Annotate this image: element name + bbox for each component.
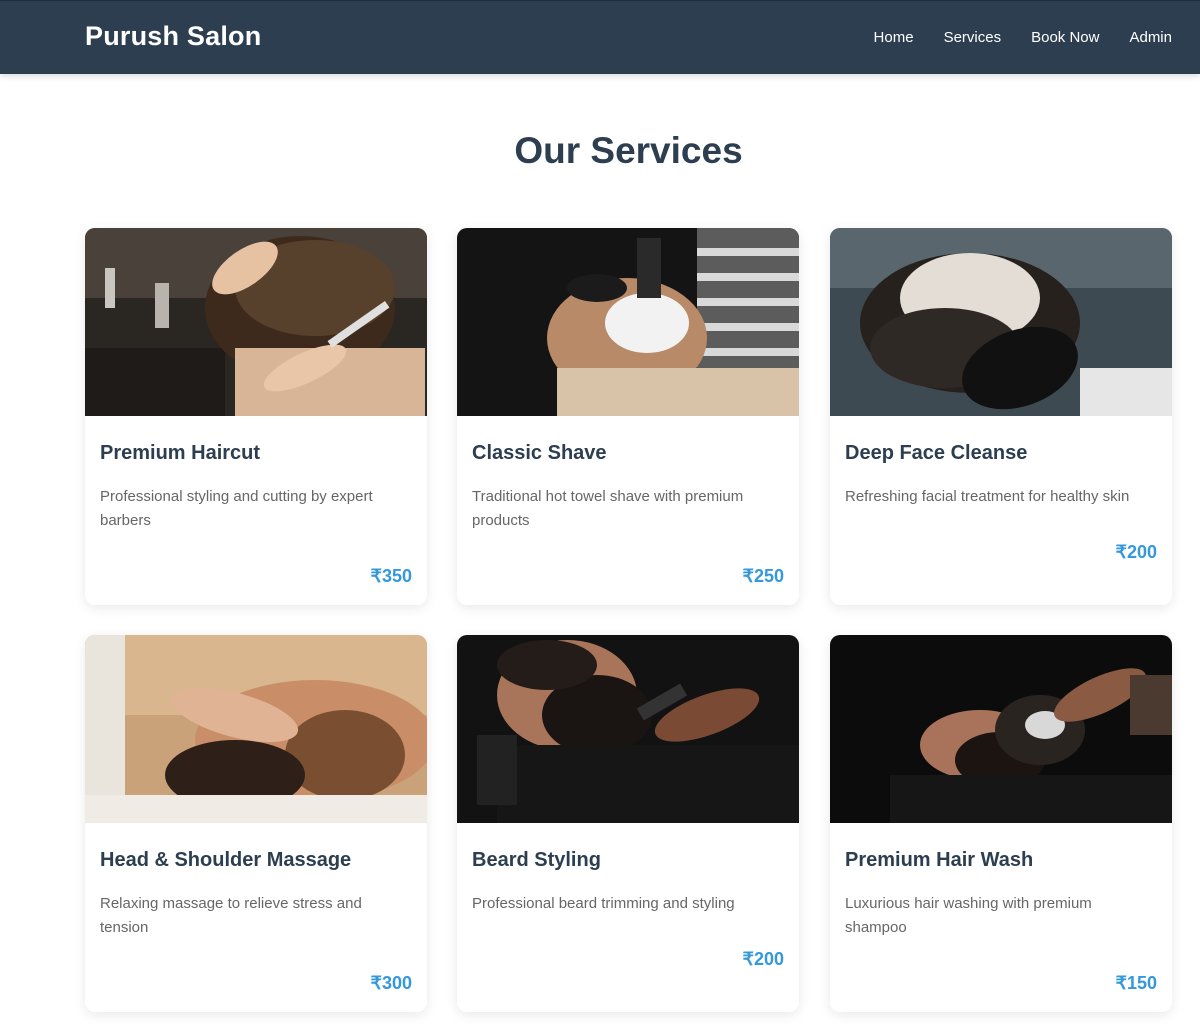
nav-link-admin[interactable]: Admin — [1129, 29, 1172, 46]
service-description: Relaxing massage to relieve stress and t… — [100, 895, 362, 936]
service-price: ₹150 — [1115, 973, 1157, 993]
page-title: Our Services — [514, 130, 743, 171]
navbar: Purush Salon Home Services Book Now Admi… — [0, 0, 1200, 74]
service-price: ₹300 — [370, 973, 412, 993]
service-title: Deep Face Cleanse — [845, 442, 1028, 464]
service-description: Professional styling and cutting by expe… — [100, 488, 373, 529]
service-title: Beard Styling — [472, 849, 601, 871]
service-description: Refreshing facial treatment for healthy … — [845, 488, 1130, 505]
service-title: Head & Shoulder Massage — [100, 849, 352, 871]
nav-link-home[interactable]: Home — [874, 29, 914, 46]
brand-logo[interactable]: Purush Salon — [85, 21, 261, 52]
service-price: ₹350 — [370, 566, 412, 586]
nav-link-book-now[interactable]: Book Now — [1031, 29, 1099, 46]
service-title: Classic Shave — [472, 442, 607, 464]
service-description: Traditional hot towel shave with premium… — [472, 488, 744, 529]
nav-menu: Home Services Book Now Admin — [874, 29, 1172, 46]
service-card-face-cleanse[interactable]: Deep Face Cleanse Refreshing facial trea… — [830, 228, 1172, 605]
nav-link-services[interactable]: Services — [944, 29, 1002, 46]
service-card-beard[interactable]: Beard Styling Professional beard trimmin… — [457, 635, 799, 1012]
service-title: Premium Hair Wash — [845, 849, 1034, 871]
shave-photo — [457, 228, 799, 416]
service-price: ₹250 — [742, 566, 784, 586]
service-description: Luxurious hair washing with premium sham… — [845, 895, 1092, 936]
service-description: Professional beard trimming and styling — [472, 895, 735, 912]
beard-photo — [457, 635, 799, 823]
facial-photo — [830, 228, 1172, 416]
service-card-massage[interactable]: Head & Shoulder Massage Relaxing massage… — [85, 635, 427, 1012]
service-card-shave[interactable]: Classic Shave Traditional hot towel shav… — [457, 228, 799, 605]
hairwash-photo — [830, 635, 1172, 823]
service-title: Premium Haircut — [100, 442, 261, 464]
service-price: ₹200 — [742, 949, 784, 969]
haircut-photo — [85, 228, 427, 416]
service-card-hair-wash[interactable]: Premium Hair Wash Luxurious hair washing… — [830, 635, 1172, 1012]
massage-photo — [85, 635, 427, 823]
service-price: ₹200 — [1115, 542, 1157, 562]
service-card-haircut[interactable]: Premium Haircut Professional styling and… — [85, 228, 427, 605]
